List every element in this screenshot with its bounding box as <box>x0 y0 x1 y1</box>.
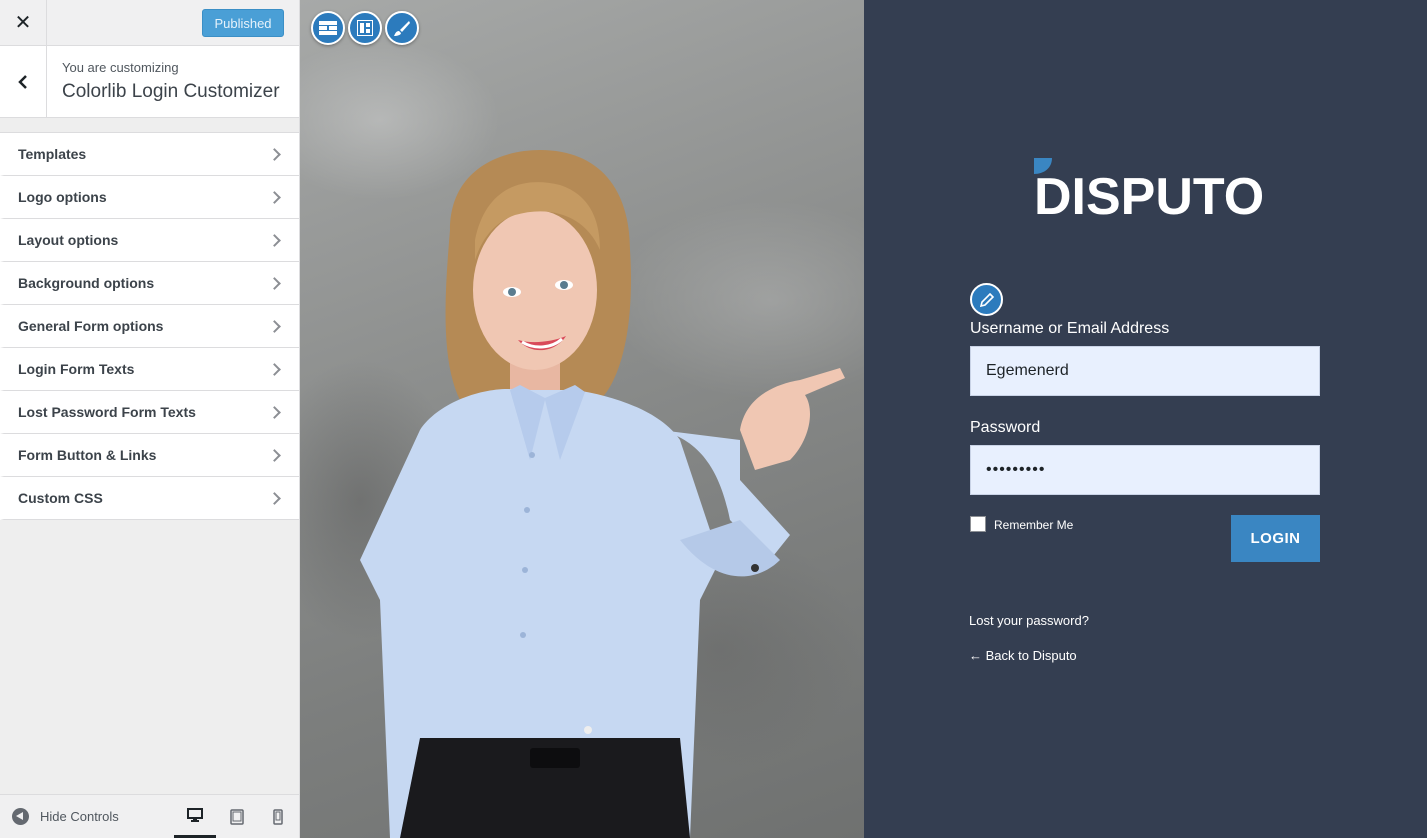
form-edit-button[interactable] <box>970 283 1003 316</box>
chevron-right-icon <box>268 147 281 161</box>
panel-form-button-links[interactable]: Form Button & Links <box>0 434 299 477</box>
panel-label: General Form options <box>18 318 164 334</box>
chevron-right-icon <box>268 319 281 333</box>
disputo-logo: DISPUTO <box>1034 158 1264 220</box>
hide-controls-button[interactable]: Hide Controls <box>12 808 119 825</box>
panel-label: Logo options <box>18 189 107 205</box>
close-customizer-button[interactable]: ✕ <box>0 0 47 45</box>
woman-pointing-photo <box>360 150 845 838</box>
collapse-arrow-icon <box>12 808 29 825</box>
design-brush-button[interactable] <box>385 11 419 45</box>
panel-layout-options[interactable]: Layout options <box>0 219 299 262</box>
hide-controls-label: Hide Controls <box>40 809 119 824</box>
username-input[interactable] <box>970 346 1320 396</box>
mobile-icon <box>273 808 283 825</box>
customizer-footer: Hide Controls <box>0 794 299 838</box>
panel-general-form-options[interactable]: General Form options <box>0 305 299 348</box>
close-icon: ✕ <box>14 12 32 34</box>
section-header: You are customizing Colorlib Login Custo… <box>0 46 299 118</box>
chevron-right-icon <box>268 448 281 462</box>
remember-me-checkbox[interactable] <box>970 516 986 532</box>
chevron-right-icon <box>268 405 281 419</box>
tablet-icon <box>230 808 244 825</box>
panel-label: Custom CSS <box>18 490 103 506</box>
back-to-site-link[interactable]: ← Back to Disputo <box>969 648 1077 663</box>
customizer-sidebar: ✕ Published You are customizing Colorlib… <box>0 0 300 838</box>
paintbrush-icon <box>394 21 410 36</box>
chevron-left-icon <box>18 74 27 89</box>
logo-text: DISPUTO <box>1034 168 1264 220</box>
customizing-label: You are customizing <box>62 60 179 75</box>
panel-list: Templates Logo options Layout options Ba… <box>0 132 299 520</box>
login-button[interactable]: LOGIN <box>1231 515 1320 562</box>
username-label: Username or Email Address <box>970 320 1170 337</box>
chevron-right-icon <box>268 491 281 505</box>
layout-grid-button[interactable] <box>348 11 382 45</box>
panel-lost-password-form-texts[interactable]: Lost Password Form Texts <box>0 391 299 434</box>
desktop-icon <box>187 808 203 822</box>
publish-button[interactable]: Published <box>202 9 284 37</box>
panel-label: Lost Password Form Texts <box>18 404 196 420</box>
password-input[interactable] <box>970 445 1320 495</box>
panel-label: Login Form Texts <box>18 361 135 377</box>
panel-custom-css[interactable]: Custom CSS <box>0 477 299 520</box>
layout-grid-icon <box>357 20 373 36</box>
panel-label: Layout options <box>18 232 119 248</box>
device-tablet-button[interactable] <box>216 795 258 838</box>
pencil-icon <box>979 292 994 307</box>
chevron-right-icon <box>268 362 281 376</box>
chevron-right-icon <box>268 276 281 290</box>
background-photo <box>300 0 864 838</box>
lost-password-link[interactable]: Lost your password? <box>969 613 1089 628</box>
password-label: Password <box>970 419 1041 436</box>
panel-background-options[interactable]: Background options <box>0 262 299 305</box>
chevron-right-icon <box>268 233 281 247</box>
panel-label: Form Button & Links <box>18 447 157 463</box>
panel-templates[interactable]: Templates <box>0 133 299 176</box>
remember-me-label: Remember Me <box>994 518 1074 532</box>
device-mobile-button[interactable] <box>257 795 299 838</box>
panel-label: Background options <box>18 275 155 291</box>
panel-logo-options[interactable]: Logo options <box>0 176 299 219</box>
panel-label: Templates <box>18 146 87 162</box>
login-panel: DISPUTO Username or Email Address Passwo… <box>864 0 1427 838</box>
device-desktop-button[interactable] <box>174 795 216 838</box>
section-title: Colorlib Login Customizer <box>62 81 280 102</box>
layout-columns-icon <box>319 21 337 35</box>
chevron-right-icon <box>268 190 281 204</box>
layout-columns-button[interactable] <box>311 11 345 45</box>
customizer-header: ✕ Published <box>0 0 299 46</box>
panel-login-form-texts[interactable]: Login Form Texts <box>0 348 299 391</box>
back-button[interactable] <box>0 46 47 117</box>
